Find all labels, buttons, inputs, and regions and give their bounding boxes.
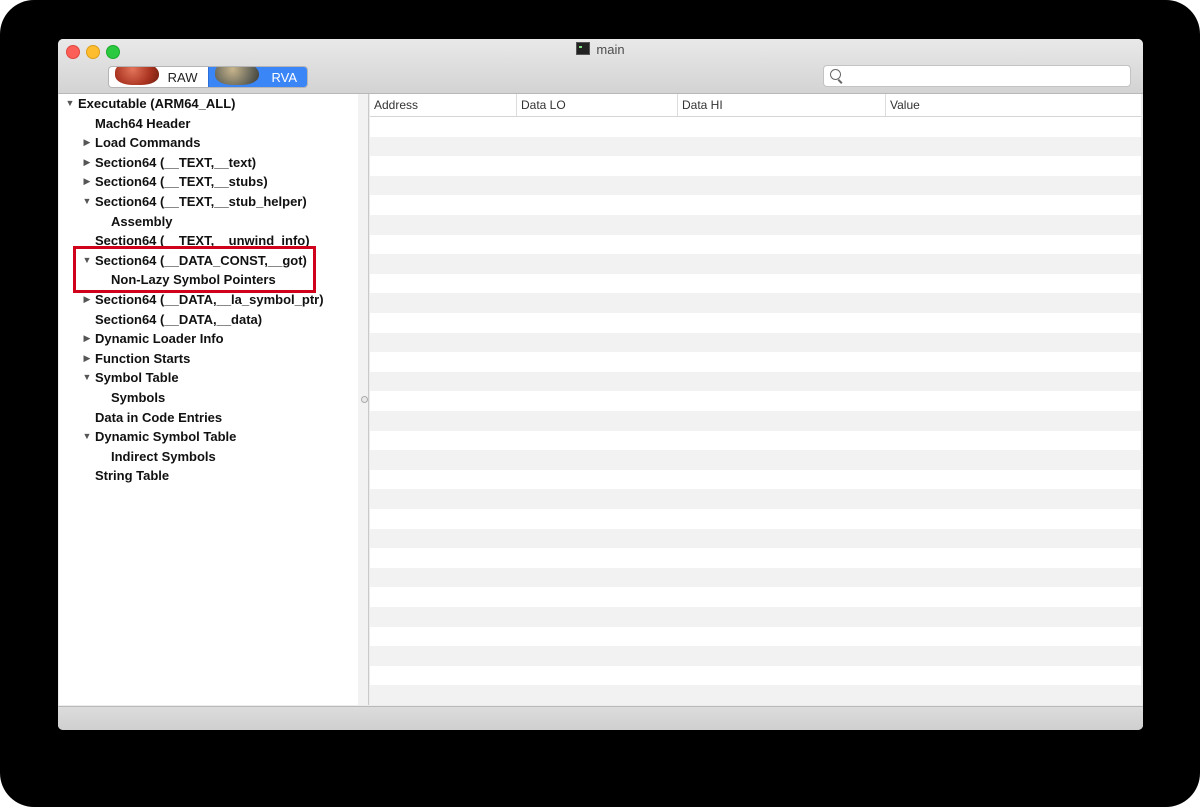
table-row [370,371,1141,392]
rva-mode-segment[interactable]: RVA [207,67,307,87]
column-header-value[interactable]: Value [885,94,1141,116]
tree-item[interactable]: Indirect Symbols [59,447,358,466]
table-row [370,332,1141,353]
tree-item[interactable]: ▼ Executable (ARM64_ALL) [59,94,358,113]
terminal-icon [576,42,591,55]
tree-item[interactable]: Mach64 Header [59,114,358,133]
tree-item-label: Assembly [111,213,173,229]
table-row [370,450,1141,470]
tree-item[interactable]: Assembly [59,212,358,231]
data-table: Address Data LO Data HI Value [370,94,1141,705]
table-row [370,293,1141,313]
disclosure-collapsed-icon[interactable]: ▶ [82,172,92,191]
tree-item-label: Section64 (__DATA,__data) [95,311,263,327]
rva-mascot-icon [214,67,259,85]
search-icon [830,69,841,80]
rva-mode-label: RVA [271,69,297,85]
outline-sidebar: ▼ Executable (ARM64_ALL) Mach64 Header ▶ Loa… [59,94,359,705]
disclosure-expanded-icon[interactable]: ▼ [82,427,92,446]
address-mode-segmented-control[interactable]: RAW RVA [108,66,308,88]
tree-item-label: Dynamic Symbol Table [95,429,237,445]
tree-item-label: Executable (ARM64_ALL) [78,96,236,111]
column-header-address[interactable]: Address [370,94,516,116]
annotation-highlight-box [73,245,316,293]
tree-item[interactable]: ▼ Symbol Table [59,368,358,387]
tree-item[interactable]: String Table [59,466,358,485]
search-field[interactable] [823,65,1131,87]
table-row [370,607,1141,627]
divider-handle-icon[interactable] [361,396,368,403]
search-input[interactable] [846,67,1128,85]
disclosure-expanded-icon[interactable]: ▼ [82,192,92,211]
table-row [370,175,1141,196]
tree-item-label: Data in Code Entries [95,409,223,425]
tree-item[interactable]: Symbols [59,388,358,407]
disclosure-expanded-icon[interactable]: ▼ [65,94,75,113]
table-row [370,528,1141,549]
raw-mode-segment[interactable]: RAW [109,67,208,87]
tree-item-label: Dynamic Loader Info [95,331,224,347]
disclosure-collapsed-icon[interactable]: ▶ [82,329,92,348]
table-row [370,254,1141,274]
disclosure-collapsed-icon[interactable]: ▶ [82,153,92,172]
tree-item-label: Symbols [111,390,166,405]
column-header-data-lo[interactable]: Data LO [516,94,677,116]
app-window: main RAW RVA ▼ Executable (ARM64_ALL) Mach… [58,39,1143,730]
tree-item[interactable]: ▶ Dynamic Loader Info [59,329,358,348]
table-row [370,215,1141,235]
tree-item-label: Indirect Symbols [111,448,216,464]
disclosure-expanded-icon[interactable]: ▼ [82,368,92,387]
disclosure-collapsed-icon[interactable]: ▶ [82,133,92,152]
tree-item-label: Section64 (__TEXT,__stub_helper) [95,194,307,209]
table-row [370,411,1141,431]
tree-item-label: String Table [95,468,170,484]
raw-mascot-icon [115,67,159,85]
tree-item-label: Section64 (__TEXT,__stubs) [95,174,268,190]
tree-item[interactable]: ▼ Dynamic Symbol Table [59,427,358,446]
table-row [370,685,1141,705]
tree-item[interactable]: Data in Code Entries [59,408,358,427]
table-header: Address Data LO Data HI Value [370,94,1141,117]
tree-item[interactable]: ▶ Section64 (__TEXT,__stubs) [59,172,358,191]
tree-item[interactable]: ▶ Section64 (__TEXT,__text) [59,153,358,172]
column-header-data-hi[interactable]: Data HI [677,94,885,116]
status-bar [58,706,1143,730]
title-bar: main RAW RVA [58,39,1143,94]
tree-item-label: Symbol Table [95,370,179,386]
table-row [370,646,1141,666]
tree-item-label: Mach64 Header [95,115,191,131]
split-view-divider[interactable] [358,94,369,705]
tree-item[interactable]: ▼ Section64 (__TEXT,__stub_helper) [59,192,358,211]
screenshot-backdrop: main RAW RVA ▼ Executable (ARM64_ALL) Mach… [0,0,1200,807]
table-row [370,489,1141,509]
disclosure-collapsed-icon[interactable]: ▶ [82,349,92,368]
tree-item-label: Section64 (__TEXT,__text) [95,154,257,170]
raw-mode-label: RAW [167,69,198,85]
table-row [370,136,1141,157]
window-title: main [58,42,1143,57]
tree-item[interactable]: ▶ Function Starts [59,349,358,368]
tree-item-label: Load Commands [95,135,201,151]
tree-item[interactable]: ▶ Load Commands [59,133,358,152]
tree-item[interactable]: Section64 (__DATA,__data) [59,310,358,329]
window-title-text: main [596,42,625,57]
table-row [370,567,1141,588]
tree-item-label: Function Starts [95,350,191,366]
